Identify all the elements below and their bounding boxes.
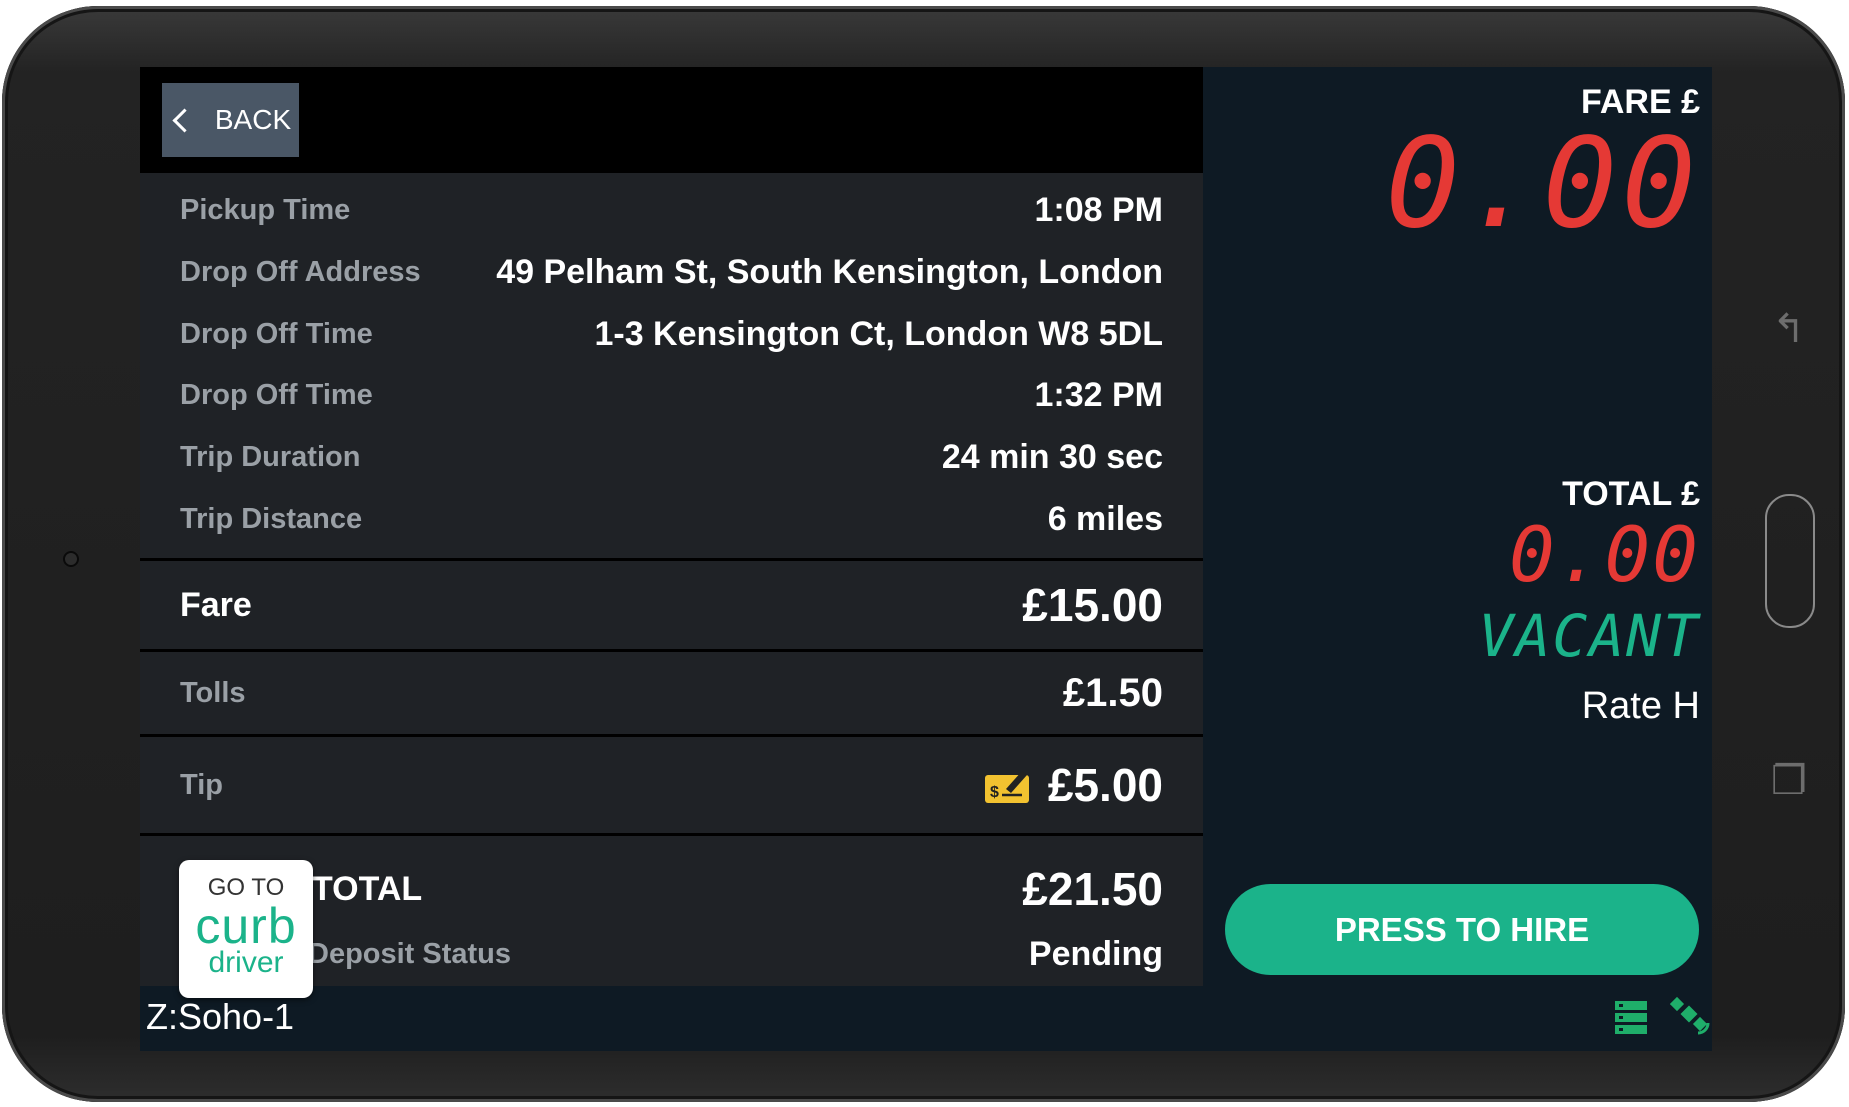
detail-label: Pickup Time — [180, 193, 351, 226]
detail-value: 1:08 PM — [1034, 190, 1164, 229]
tip-label: Tip — [180, 768, 223, 801]
detail-value: 49 Pelham St, South Kensington, London — [496, 252, 1163, 291]
tolls-label: Tolls — [180, 676, 246, 709]
meter-status: VACANT — [1478, 602, 1700, 670]
detail-value: 24 min 30 sec — [941, 437, 1163, 476]
recent-apps-icon[interactable]: ❐ — [1771, 758, 1807, 804]
top-bar: BACK — [140, 67, 1203, 173]
svg-text:$: $ — [990, 784, 999, 801]
press-to-hire-button[interactable]: PRESS TO HIRE — [1225, 884, 1699, 975]
detail-value: 6 miles — [1047, 499, 1163, 538]
back-label: BACK — [214, 104, 292, 135]
tip-row[interactable]: Tip $ £5.00 — [140, 737, 1203, 833]
back-nav-icon[interactable]: ↰ — [1772, 306, 1806, 352]
trip-summary-panel: BACK Pickup Time 1:08 PM Drop Off Addres… — [140, 67, 1203, 986]
detail-label: Drop Off Time — [180, 378, 373, 411]
detail-value: 1:32 PM — [1034, 375, 1164, 414]
curb-driver-shortcut[interactable]: GO TO curb driver — [179, 860, 313, 998]
detail-row: Drop Off Address 49 Pelham St, South Ken… — [140, 248, 1203, 296]
fare-value: £15.00 — [1022, 579, 1163, 631]
detail-row: Pickup Time 1:08 PM — [140, 186, 1203, 234]
tip-value: £5.00 — [1047, 759, 1163, 811]
tolls-row: Tolls £1.50 — [140, 652, 1203, 734]
tolls-value: £1.50 — [1062, 670, 1163, 715]
cheque-icon: $ — [984, 771, 1029, 803]
total-value: £21.50 — [1022, 863, 1163, 915]
server-icon — [1615, 1001, 1647, 1034]
total-label: TOTAL — [312, 869, 423, 908]
detail-label: Trip Duration — [180, 440, 361, 473]
total-meter-value: 0.00 — [1508, 510, 1700, 599]
camera-icon — [63, 551, 79, 567]
fare-meter-value: 0.00 — [1385, 112, 1700, 256]
gps-satellite-icon — [1670, 996, 1710, 1035]
rate-label: Rate H — [1581, 685, 1700, 727]
detail-row: Trip Distance 6 miles — [140, 495, 1203, 543]
curb-logo: curb — [195, 898, 297, 954]
deposit-label: Deposit Status — [308, 937, 512, 970]
fare-label: Fare — [180, 585, 252, 624]
divider — [140, 833, 1203, 836]
detail-label: Drop Off Address — [180, 255, 421, 288]
detail-row: Drop Off Time 1:32 PM — [140, 371, 1203, 419]
zone-label: Z:Soho-1 — [146, 996, 295, 1037]
chevron-left-icon — [172, 107, 197, 133]
deposit-value: Pending — [1028, 934, 1163, 973]
detail-label: Trip Distance — [180, 502, 363, 535]
tablet-frame: ↰ ❐ BACK Pickup Time 1:08 PM Drop Off Ad… — [2, 6, 1845, 1102]
total-meter-label: TOTAL £ — [1562, 475, 1700, 513]
home-button[interactable] — [1765, 494, 1815, 628]
detail-value: 1-3 Kensington Ct, London W8 5DL — [594, 314, 1163, 353]
detail-row: Drop Off Time 1-3 Kensington Ct, London … — [140, 310, 1203, 358]
detail-row: Trip Duration 24 min 30 sec — [140, 433, 1203, 481]
fare-row: Fare £15.00 — [140, 561, 1203, 649]
back-button[interactable]: BACK — [162, 83, 299, 157]
app-screen: BACK Pickup Time 1:08 PM Drop Off Addres… — [140, 67, 1712, 1051]
detail-label: Drop Off Time — [180, 317, 373, 350]
